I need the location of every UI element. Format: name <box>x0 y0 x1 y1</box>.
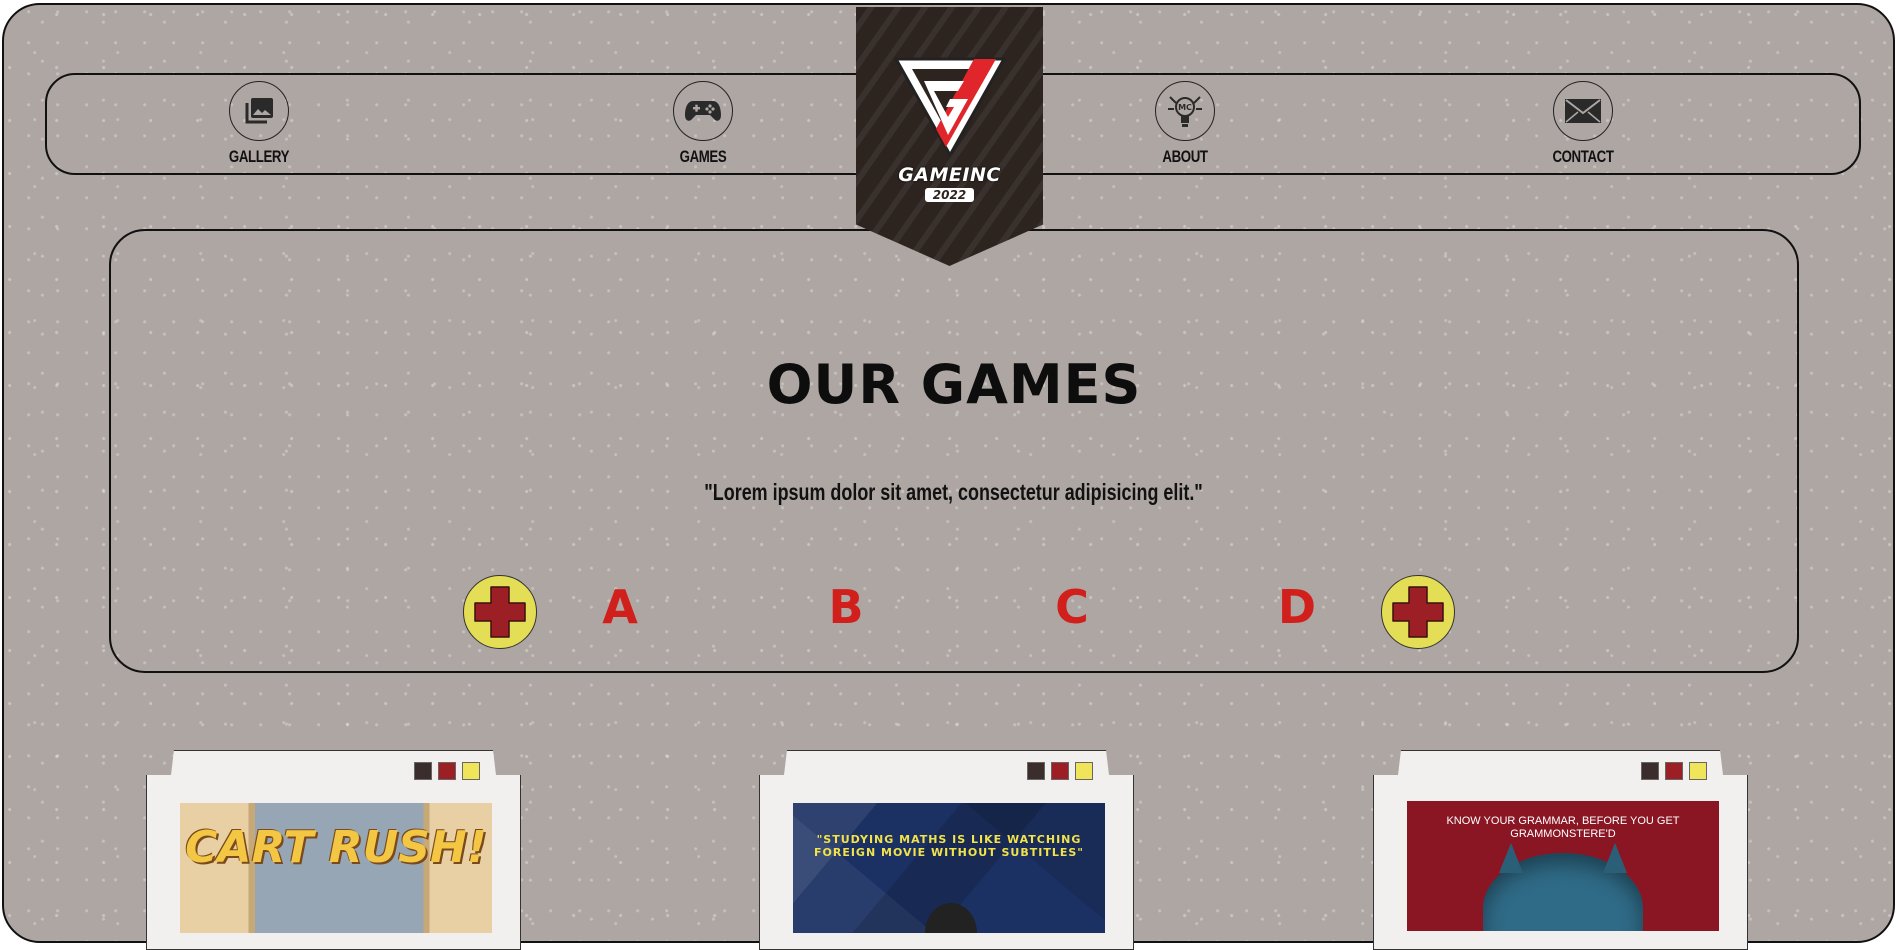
logo-sub-text: 2022 <box>924 188 975 202</box>
nav-label-games: GAMES <box>679 147 727 166</box>
hero-quote-text: "Lorem ipsum dolor sit amet, consectetur… <box>704 479 1204 505</box>
nav-item-contact[interactable]: CONTACT <box>1523 81 1643 167</box>
swatch-yellow <box>1075 762 1093 780</box>
gamepad-icon <box>673 81 733 141</box>
svg-text:MC: MC <box>1178 103 1192 112</box>
swatch-red <box>438 762 456 780</box>
nav-item-about[interactable]: MC ABOUT <box>1125 81 1245 167</box>
monster-horn <box>1603 843 1627 873</box>
logo-name: GAMEINC <box>898 164 1001 186</box>
swatch-dark <box>414 762 432 780</box>
game-card-grammar[interactable]: KNOW YOUR GRAMMAR, BEFORE YOU GET GRAMMO… <box>1373 750 1748 950</box>
dpad-icon[interactable] <box>1381 575 1455 649</box>
nav-item-games[interactable]: GAMES <box>643 81 763 167</box>
game-card-cart-rush[interactable]: CART RUSH! <box>146 750 521 950</box>
cover-quote: KNOW YOUR GRAMMAR, BEFORE YOU GET GRAMMO… <box>1407 815 1719 841</box>
nav-label-gallery: GALLERY <box>228 147 290 166</box>
nav-label-contact: CONTACT <box>1552 147 1614 166</box>
color-swatches <box>1641 762 1707 780</box>
gallery-icon <box>229 81 289 141</box>
swatch-red <box>1051 762 1069 780</box>
color-swatches <box>1027 762 1093 780</box>
swatch-yellow <box>1689 762 1707 780</box>
nav-label-about: ABOUT <box>1162 147 1208 166</box>
monster-horn <box>1499 843 1523 873</box>
cover-title: CART RUSH! <box>185 822 487 873</box>
hero-panel: OUR GAMES "Lorem ipsum dolor sit amet, c… <box>109 229 1799 673</box>
nav-item-gallery[interactable]: GALLERY <box>199 81 319 167</box>
logo-banner[interactable]: GAMEINC 2022 <box>856 7 1043 266</box>
triangle-g-logo-icon <box>894 57 1006 157</box>
cover-quote-line2: GRAMMONSTERE'D <box>1510 828 1616 840</box>
color-swatches <box>414 762 480 780</box>
mascot-icon: MC <box>1155 81 1215 141</box>
game-card-maths[interactable]: "STUDYING MATHS IS LIKE WATCHING FOREIGN… <box>759 750 1134 950</box>
mail-icon <box>1553 81 1613 141</box>
cover-quote-line2: FOREIGN MOVIE WITHOUT SUBTITLES" <box>813 846 1085 859</box>
swatch-red <box>1665 762 1683 780</box>
letter-d[interactable]: D <box>1257 580 1337 634</box>
cover-figure <box>925 903 977 933</box>
game-cover-image[interactable]: KNOW YOUR GRAMMAR, BEFORE YOU GET GRAMMO… <box>1407 801 1719 931</box>
cover-quote-line1: KNOW YOUR GRAMMAR, BEFORE YOU GET <box>1446 815 1680 827</box>
logo-sub: 2022 <box>856 188 1043 202</box>
dpad-icon[interactable] <box>463 575 537 649</box>
letter-a[interactable]: A <box>580 580 660 634</box>
cover-quote: "STUDYING MATHS IS LIKE WATCHING FOREIGN… <box>793 833 1105 859</box>
page-title: OUR GAMES <box>766 353 1142 416</box>
letter-b[interactable]: B <box>806 580 886 634</box>
swatch-yellow <box>462 762 480 780</box>
swatch-dark <box>1027 762 1045 780</box>
swatch-dark <box>1641 762 1659 780</box>
letter-c[interactable]: C <box>1032 580 1112 634</box>
hero-quote: "Lorem ipsum dolor sit amet, consectetur… <box>111 479 1797 506</box>
cover-quote-line1: "STUDYING MATHS IS LIKE WATCHING <box>816 833 1082 846</box>
